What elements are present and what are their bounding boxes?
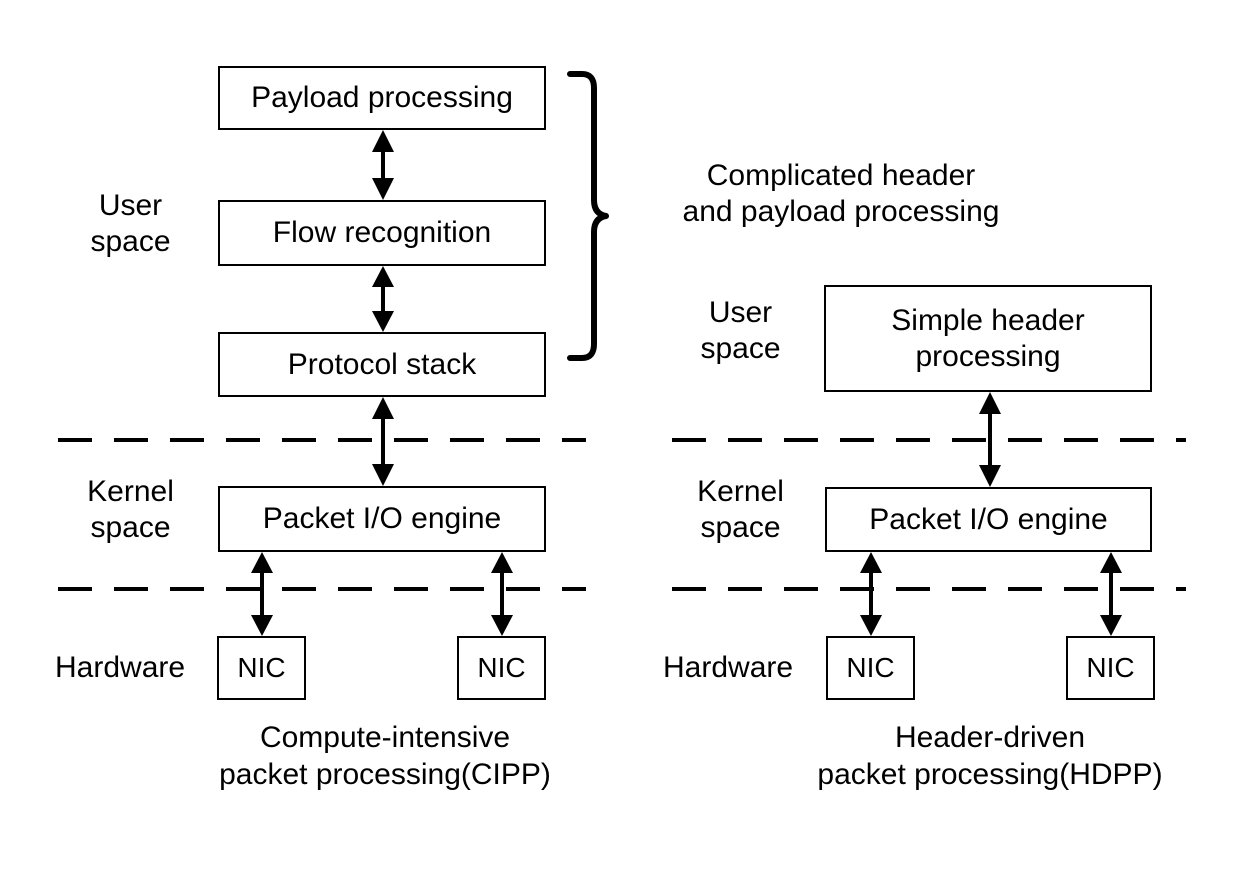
left-caption: Compute-intensive packet processing(CIPP… <box>219 721 551 791</box>
left-box-protocol-stack: Protocol stack <box>218 332 546 397</box>
right-arrow-packetio-nic2 <box>1100 552 1122 636</box>
left-kernel-space-label: Kernel space <box>87 475 174 544</box>
right-box-simple-header-processing: Simple header processing <box>824 285 1152 392</box>
figure-canvas: User space Kernel space Hardware Payload… <box>0 0 1240 889</box>
left-arrow-flow-protocol <box>372 266 394 332</box>
left-box-nic-2: NIC <box>457 636 546 700</box>
left-brace <box>567 71 609 361</box>
right-kernel-space-label: Kernel space <box>697 475 784 544</box>
left-divider-user-kernel <box>58 438 586 442</box>
right-arrow-packetio-nic1 <box>860 552 882 636</box>
right-divider-kernel-hardware <box>672 587 1186 591</box>
left-box-flow-recognition: Flow recognition <box>218 200 546 266</box>
left-user-space-label: User space <box>90 189 171 258</box>
right-box-nic-1: NIC <box>826 636 915 700</box>
left-arrow-protocol-packetio <box>372 397 394 486</box>
left-arrow-payload-flow <box>372 130 394 200</box>
left-brace-annotation: Complicated header and payload processin… <box>682 159 1000 228</box>
right-hardware-label: Hardware <box>663 651 794 684</box>
right-caption: Header-driven packet processing(HDPP) <box>817 721 1163 791</box>
left-box-packet-io-engine: Packet I/O engine <box>218 486 546 552</box>
right-divider-user-kernel <box>672 438 1186 442</box>
left-arrow-packetio-nic1 <box>251 552 273 636</box>
right-arrow-header-packetio <box>979 392 1001 487</box>
right-box-nic-2: NIC <box>1066 636 1155 700</box>
right-user-space-label: User space <box>700 296 781 365</box>
left-box-payload-processing: Payload processing <box>218 66 546 130</box>
left-divider-kernel-hardware <box>58 587 586 591</box>
left-arrow-packetio-nic2 <box>491 552 513 636</box>
left-hardware-label: Hardware <box>55 651 186 684</box>
right-box-packet-io-engine: Packet I/O engine <box>825 487 1152 552</box>
left-box-nic-1: NIC <box>217 636 306 700</box>
